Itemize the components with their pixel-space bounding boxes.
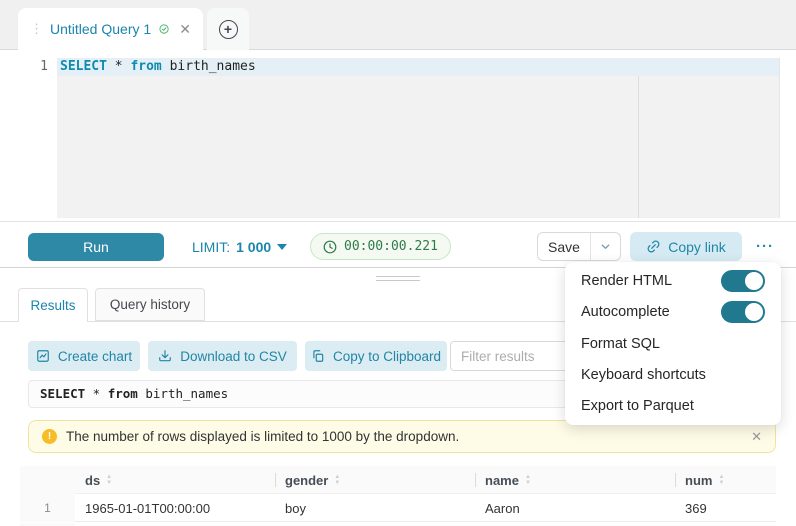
copy-clipboard-label: Copy to Clipboard [333,349,441,364]
link-icon [643,236,664,257]
save-options-button[interactable] [591,233,620,260]
chart-icon [36,349,50,363]
column-separator [275,473,276,487]
menu-item-format-sql[interactable]: Format SQL [565,328,781,359]
sort-icon[interactable]: ▲▼ [718,475,724,486]
more-options-button[interactable]: ··· [745,232,785,261]
menu-item-autocomplete[interactable]: Autocomplete [565,296,781,327]
toggle-on[interactable] [721,301,765,323]
options-dropdown-menu: Render HTML Autocomplete Format SQL Keyb… [565,262,781,425]
code-line[interactable]: SELECT * from birth_names [60,58,256,76]
sql-keyword: SELECT [60,59,107,74]
download-csv-button[interactable]: Download to CSV [148,341,297,371]
download-icon [158,349,172,363]
query-timer: 00:00:00.221 [310,233,451,260]
save-split-button: Save [537,232,621,261]
row-number-cell: 1 [20,494,75,522]
cell-ds: 1965-01-01T00:00:00 [75,494,275,522]
column-separator [675,473,676,487]
sql-keyword: from [130,59,161,74]
print-margin-line [638,76,639,218]
create-chart-label: Create chart [58,349,132,364]
pane-resize-handle[interactable] [376,276,420,284]
column-header-ds[interactable]: ds ▲▼ [75,466,275,494]
clock-icon [323,240,337,254]
cell-gender: boy [275,494,475,522]
menu-item-export-parquet[interactable]: Export to Parquet [565,391,781,422]
tab-results[interactable]: Results [18,288,88,322]
check-circle-icon [159,21,169,37]
save-button[interactable]: Save [538,233,590,260]
table-row[interactable]: 1 1965-01-01T00:00:00 boy Aaron 369 [20,494,776,522]
column-header-num[interactable]: num ▲▼ [675,466,776,494]
limit-label: LIMIT: [192,239,230,255]
sort-icon[interactable]: ▲▼ [525,475,531,486]
sql-text: * [107,59,130,74]
sql-table-name: birth_names [162,59,256,74]
column-header-name[interactable]: name ▲▼ [475,466,675,494]
tab-query-history[interactable]: Query history [95,288,205,321]
sql-keyword: SELECT [40,386,85,401]
column-header-gender[interactable]: gender ▲▼ [275,466,475,494]
cell-name: Aaron [475,494,675,522]
alert-close-icon[interactable]: ✕ [751,429,762,445]
caret-down-icon [277,244,287,250]
toggle-on[interactable] [721,270,765,292]
download-csv-label: Download to CSV [180,349,287,364]
line-number: 1 [0,58,48,76]
new-tab-button[interactable]: + [207,8,249,50]
table-header: ds ▲▼ gender ▲▼ name ▲▼ num ▲▼ [20,466,776,494]
sort-icon[interactable]: ▲▼ [106,475,112,486]
chevron-down-icon [600,241,611,252]
alert-text: The number of rows displayed is limited … [66,429,742,444]
limit-value: 1 000 [236,239,271,255]
copy-link-label: Copy link [668,239,726,255]
copy-clipboard-button[interactable]: Copy to Clipboard [305,341,447,371]
editor-body[interactable] [57,76,779,218]
column-separator [475,473,476,487]
close-tab-icon[interactable]: ✕ [179,21,191,38]
clipboard-icon [311,349,325,363]
menu-item-render-html[interactable]: Render HTML [565,265,781,296]
query-tab-bar: ⋮ Untitled Query 1 ✕ + [0,0,796,50]
copy-link-button[interactable]: Copy link [630,232,742,261]
sort-icon[interactable]: ▲▼ [334,475,340,486]
timer-value: 00:00:00.221 [344,239,438,254]
limit-dropdown[interactable]: LIMIT: 1 000 [192,233,287,261]
sql-lab-app: ⋮ Untitled Query 1 ✕ + 1 SELECT * from b… [0,0,796,526]
row-number-header [20,466,75,494]
sql-editor[interactable]: 1 SELECT * from birth_names [0,50,796,222]
tab-title: Untitled Query 1 [50,21,151,37]
drag-handle-icon[interactable]: ⋮ [30,24,42,34]
run-button[interactable]: Run [28,233,164,261]
plus-circle-icon: + [219,20,238,39]
sql-keyword: from [108,386,138,401]
cell-num: 369 [675,494,776,522]
menu-item-keyboard-shortcuts[interactable]: Keyboard shortcuts [565,359,781,390]
tab-untitled-query[interactable]: ⋮ Untitled Query 1 ✕ [18,8,203,50]
warning-icon: ! [42,429,57,444]
sql-table-name: birth_names [138,386,228,401]
editor-bottom-border [0,221,796,222]
editor-right-border [779,58,780,218]
create-chart-button[interactable]: Create chart [28,341,140,371]
